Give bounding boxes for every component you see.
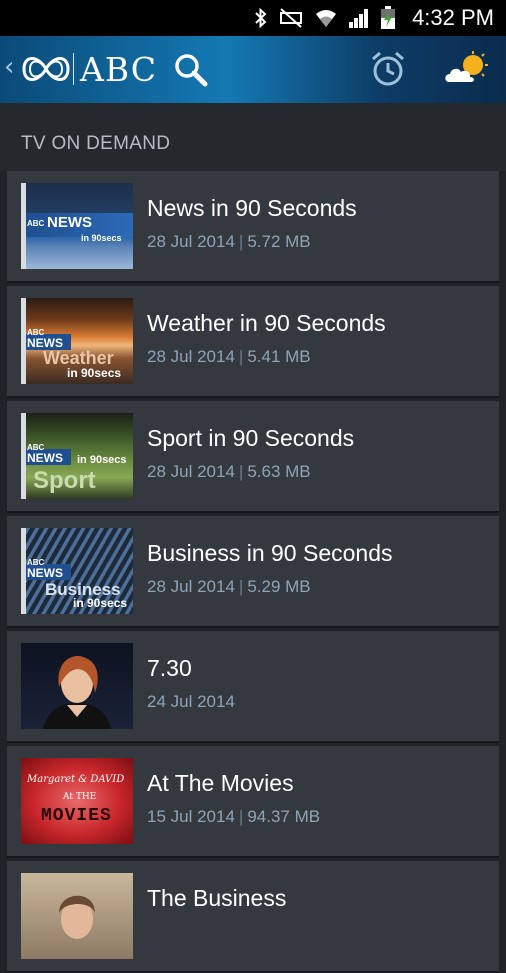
thumb-subtitle: in 90secs [77, 454, 127, 466]
thumb-subtitle: in 90secs [73, 596, 128, 610]
item-meta: 28 Jul 2014 | 5.29 MB [147, 577, 311, 596]
item-title: 7.30 [147, 655, 192, 681]
brand-title: ABC [80, 50, 157, 89]
item-date: 28 Jul 2014 [147, 347, 235, 366]
presenter-portrait [59, 895, 95, 939]
presenter-portrait [43, 656, 111, 729]
weather-partly-sunny-icon[interactable] [443, 50, 489, 88]
thumbnail: Margaret & DAVID At THE MOVIES [21, 758, 133, 844]
status-bar: 4:32 PM [0, 0, 506, 36]
thumb-subtitle: in 90secs [67, 366, 122, 380]
list-item[interactable]: ABC NEWS in 90secs Sport Sport in 90 Sec… [7, 401, 499, 513]
back-icon[interactable]: ‹ [4, 52, 14, 82]
list-item[interactable]: 7.30 24 Jul 2014 [7, 631, 499, 743]
item-size: 5.41 MB [247, 347, 311, 366]
list-item[interactable]: ABC NEWS Business in 90secs Business in … [7, 516, 499, 628]
item-meta: 24 Jul 2014 [147, 692, 235, 712]
item-date: 28 Jul 2014 [147, 462, 235, 481]
abc-logo-icon[interactable] [20, 49, 72, 89]
item-meta: 28 Jul 2014 | 5.41 MB [147, 347, 311, 366]
item-date: 15 Jul 2014 [147, 807, 235, 826]
item-title: The Business [147, 885, 287, 911]
thumbnail [21, 873, 133, 959]
status-icons [254, 6, 396, 30]
thumb-mid: At THE [63, 792, 97, 802]
app-bar: ‹ ABC [0, 36, 506, 103]
item-meta: 28 Jul 2014 | 5.63 MB [147, 462, 311, 481]
item-size: 5.72 MB [247, 232, 311, 251]
item-title: Business in 90 Seconds [147, 540, 393, 566]
item-size: 5.29 MB [247, 577, 311, 596]
list-item[interactable]: Margaret & DAVID At THE MOVIES At The Mo… [7, 746, 499, 858]
signal-icon [349, 9, 368, 28]
thumb-title: NEWS [47, 214, 92, 231]
bluetooth-icon [255, 7, 267, 29]
thumbnail: ABC NEWS Weather in 90secs [21, 298, 133, 384]
wifi-icon [316, 10, 336, 27]
list-item[interactable]: ABC NEWS Weather in 90secs Weather in 90… [7, 286, 499, 398]
item-size: 94.37 MB [247, 807, 321, 826]
item-title: Sport in 90 Seconds [147, 425, 355, 451]
mute-icon [280, 8, 302, 28]
list-item[interactable]: The Business [7, 861, 499, 973]
thumb-abc-label: ABC [27, 219, 45, 228]
thumbnail [21, 643, 133, 729]
section-title: TV ON DEMAND [21, 133, 171, 154]
logo-divider [73, 53, 74, 85]
thumb-news-label: NEWS [27, 566, 63, 580]
list-item[interactable]: ABC NEWS in 90secs News in 90 Seconds 28… [7, 171, 499, 283]
search-icon[interactable] [172, 52, 210, 88]
item-meta: 28 Jul 2014 | 5.72 MB [147, 232, 311, 251]
item-date: 28 Jul 2014 [147, 232, 235, 251]
item-title: Weather in 90 Seconds [147, 310, 386, 336]
thumbnail: ABC NEWS Business in 90secs [21, 528, 133, 614]
thumb-title: Margaret & DAVID [27, 774, 125, 785]
alarm-clock-icon[interactable] [369, 50, 407, 88]
item-title: News in 90 Seconds [147, 195, 357, 221]
thumb-subtitle: MOVIES [41, 806, 112, 826]
section-header: TV ON DEMAND [0, 103, 506, 171]
thumb-subtitle: in 90secs [81, 233, 122, 243]
clock: 4:32 PM [412, 5, 494, 30]
thumbnail: ABC NEWS in 90secs Sport [21, 413, 133, 499]
thumb-title: Sport [33, 467, 96, 494]
battery-charging-icon [381, 6, 395, 29]
thumb-news-label: NEWS [27, 451, 63, 465]
item-date: 24 Jul 2014 [147, 692, 235, 711]
item-size: 5.63 MB [247, 462, 311, 481]
item-date: 28 Jul 2014 [147, 577, 235, 596]
thumbnail: ABC NEWS in 90secs [21, 183, 133, 269]
item-meta: 15 Jul 2014 | 94.37 MB [147, 807, 321, 826]
item-title: At The Movies [147, 770, 294, 796]
